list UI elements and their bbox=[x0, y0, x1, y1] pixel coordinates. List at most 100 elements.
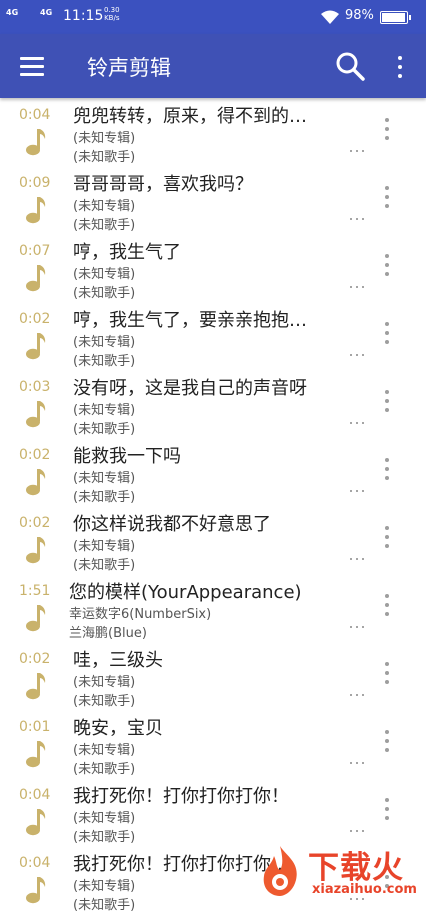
song-row[interactable]: 0:02 能救我一下吗 (未知专辑) (未知歌手) bbox=[0, 438, 426, 506]
music-note-icon bbox=[26, 333, 46, 360]
ellipsis-icon bbox=[350, 626, 366, 630]
row-more-vert-icon[interactable] bbox=[384, 254, 392, 278]
ellipsis-icon bbox=[350, 490, 366, 494]
song-title: 能救我一下吗 bbox=[73, 446, 181, 467]
song-row[interactable]: 0:02 你这样说我都不好意思了 (未知专辑) (未知歌手) bbox=[0, 506, 426, 574]
song-duration: 0:04 bbox=[19, 787, 51, 803]
ellipsis-icon bbox=[350, 150, 366, 154]
network-speed: 0.30 KB/s bbox=[104, 6, 120, 22]
music-note-icon bbox=[26, 537, 46, 564]
ellipsis-icon bbox=[350, 558, 366, 562]
music-note-icon bbox=[26, 265, 46, 292]
song-row[interactable]: 0:03 没有呀，这是我自己的声音呀 (未知专辑) (未知歌手) bbox=[0, 370, 426, 438]
music-note-icon bbox=[26, 469, 46, 496]
song-duration: 0:03 bbox=[19, 379, 51, 395]
song-title: 兜兜转转，原来，得不到的… bbox=[73, 106, 307, 127]
page-title: 铃声剪辑 bbox=[87, 56, 171, 80]
music-note-icon bbox=[26, 129, 46, 156]
song-row[interactable]: 0:02 哇，三级头 (未知专辑) (未知歌手) bbox=[0, 642, 426, 710]
song-artist: (未知歌手) bbox=[73, 150, 136, 165]
song-duration: 0:07 bbox=[19, 243, 51, 259]
row-more-vert-icon[interactable] bbox=[384, 594, 392, 618]
ellipsis-icon bbox=[350, 354, 366, 358]
clock: 11:15 bbox=[63, 8, 104, 24]
song-row[interactable]: 0:04 我打死你！打你打你打你！ (未知专辑) (未知歌手) bbox=[0, 778, 426, 846]
row-more-vert-icon[interactable] bbox=[384, 730, 392, 754]
song-title: 晚安，宝贝 bbox=[73, 718, 163, 739]
song-album: (未知专辑) bbox=[73, 267, 136, 282]
song-album: (未知专辑) bbox=[73, 335, 136, 350]
song-row[interactable]: 0:04 兜兜转转，原来，得不到的… (未知专辑) (未知歌手) bbox=[0, 98, 426, 166]
song-album: (未知专辑) bbox=[73, 199, 136, 214]
signal-indicator-2: 4G bbox=[40, 8, 53, 17]
song-row[interactable]: 0:09 哥哥哥哥，喜欢我吗？ (未知专辑) (未知歌手) bbox=[0, 166, 426, 234]
song-row[interactable]: 0:02 哼，我生气了，要亲亲抱抱… (未知专辑) (未知歌手) bbox=[0, 302, 426, 370]
wifi-icon bbox=[321, 10, 339, 24]
song-artist: (未知歌手) bbox=[73, 286, 136, 301]
song-title: 你这样说我都不好意思了 bbox=[73, 514, 271, 535]
song-album: (未知专辑) bbox=[73, 811, 136, 826]
music-note-icon bbox=[26, 809, 46, 836]
song-album: 幸运数字6(NumberSix) bbox=[69, 607, 212, 622]
song-row[interactable]: 0:01 晚安，宝贝 (未知专辑) (未知歌手) bbox=[0, 710, 426, 778]
flame-logo-icon bbox=[263, 846, 297, 896]
row-more-vert-icon[interactable] bbox=[384, 798, 392, 822]
music-note-icon bbox=[26, 605, 46, 632]
song-title: 我打死你！打你打你打你！ bbox=[73, 786, 289, 807]
network-speed-unit: KB/s bbox=[104, 14, 120, 22]
song-title: 没有呀，这是我自己的声音呀 bbox=[73, 378, 307, 399]
song-duration: 0:01 bbox=[19, 719, 51, 735]
row-more-vert-icon[interactable] bbox=[384, 662, 392, 686]
song-artist: (未知歌手) bbox=[73, 490, 136, 505]
music-note-icon bbox=[26, 197, 46, 224]
battery-icon bbox=[380, 11, 411, 24]
signal-indicator-1: 4G bbox=[6, 8, 19, 17]
song-artist: (未知歌手) bbox=[73, 830, 136, 845]
music-note-icon bbox=[26, 401, 46, 428]
song-album: (未知专辑) bbox=[73, 539, 136, 554]
watermark-url: xiazaihuo.com bbox=[312, 882, 417, 897]
watermark-logo: 下载火 xiazaihuo.com bbox=[250, 840, 426, 900]
song-album: (未知专辑) bbox=[73, 403, 136, 418]
song-title: 哥哥哥哥，喜欢我吗？ bbox=[73, 174, 253, 195]
song-artist: (未知歌手) bbox=[73, 898, 136, 913]
ellipsis-icon bbox=[350, 830, 366, 834]
ellipsis-icon bbox=[350, 218, 366, 222]
row-more-vert-icon[interactable] bbox=[384, 390, 392, 414]
hamburger-menu-icon[interactable] bbox=[20, 54, 46, 78]
song-album: (未知专辑) bbox=[73, 743, 136, 758]
song-title: 哇，三级头 bbox=[73, 650, 163, 671]
song-duration: 0:04 bbox=[19, 107, 51, 123]
row-more-vert-icon[interactable] bbox=[384, 526, 392, 550]
network-speed-value: 0.30 bbox=[104, 6, 120, 14]
song-artist: (未知歌手) bbox=[73, 218, 136, 233]
song-artist: (未知歌手) bbox=[73, 762, 136, 777]
song-title: 哼，我生气了 bbox=[73, 242, 181, 263]
row-more-vert-icon[interactable] bbox=[384, 186, 392, 210]
search-icon[interactable] bbox=[334, 50, 366, 82]
song-artist: (未知歌手) bbox=[73, 558, 136, 573]
row-more-vert-icon[interactable] bbox=[384, 322, 392, 346]
status-bar: 4G 4G 11:15 0.30 KB/s 98% bbox=[0, 0, 426, 34]
ellipsis-icon bbox=[350, 286, 366, 290]
song-album: (未知专辑) bbox=[73, 879, 136, 894]
song-artist: 兰海鹏(Blue) bbox=[69, 626, 147, 641]
row-more-vert-icon[interactable] bbox=[384, 458, 392, 482]
song-album: (未知专辑) bbox=[73, 131, 136, 146]
row-more-vert-icon[interactable] bbox=[384, 118, 392, 142]
song-duration: 0:04 bbox=[19, 855, 51, 871]
ellipsis-icon bbox=[350, 762, 366, 766]
more-vert-icon[interactable] bbox=[390, 54, 410, 80]
song-duration: 0:02 bbox=[19, 515, 51, 531]
song-album: (未知专辑) bbox=[73, 471, 136, 486]
song-row[interactable]: 0:07 哼，我生气了 (未知专辑) (未知歌手) bbox=[0, 234, 426, 302]
song-title: 您的模样(YourAppearance) bbox=[69, 582, 302, 603]
ellipsis-icon bbox=[350, 422, 366, 426]
music-note-icon bbox=[26, 673, 46, 700]
song-duration: 1:51 bbox=[19, 583, 51, 599]
battery-percentage: 98% bbox=[345, 8, 374, 23]
song-row[interactable]: 1:51 您的模样(YourAppearance) 幸运数字6(NumberSi… bbox=[0, 574, 426, 642]
song-duration: 0:02 bbox=[19, 651, 51, 667]
song-duration: 0:02 bbox=[19, 447, 51, 463]
song-duration: 0:02 bbox=[19, 311, 51, 327]
